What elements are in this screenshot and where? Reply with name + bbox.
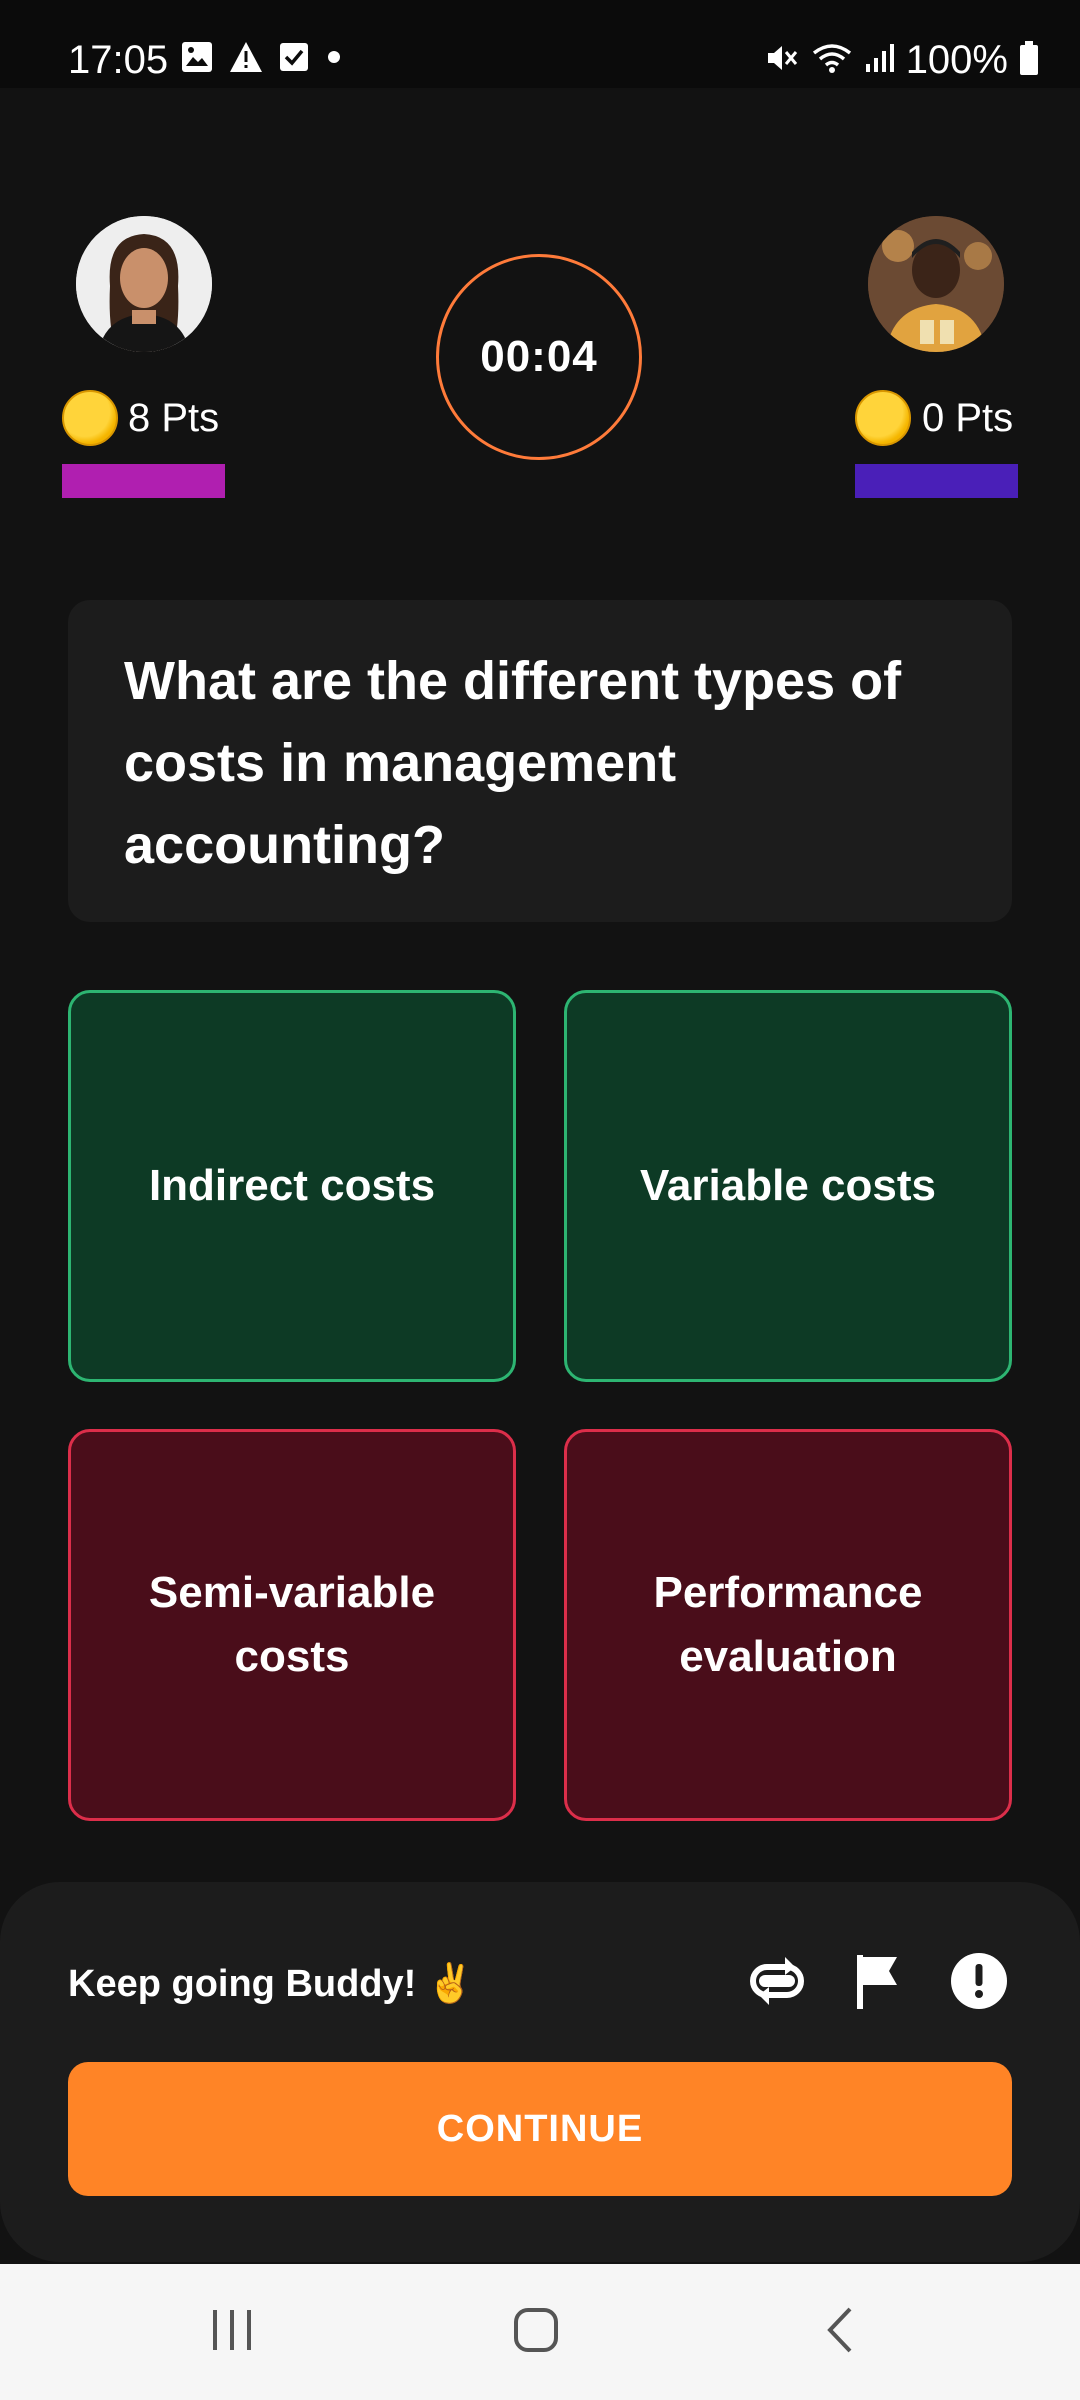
answer-option-4[interactable]: Performance evaluation — [564, 1429, 1012, 1821]
answer-label: Indirect costs — [148, 1161, 436, 1210]
answer-option-3[interactable]: Semi-variable costs — [68, 1429, 516, 1821]
player-right-bar — [855, 464, 1018, 498]
coin-icon — [855, 390, 911, 446]
answer-option-2[interactable]: Variable costs — [564, 990, 1012, 1382]
coin-icon — [62, 390, 118, 446]
system-nav-bar — [0, 2264, 1080, 2400]
answer-label: Performance evaluation — [653, 1568, 923, 1681]
report-button[interactable] — [944, 1948, 1014, 2018]
battery-icon — [1018, 40, 1040, 81]
flag-icon — [851, 1951, 903, 2016]
repeat-icon — [745, 1953, 809, 2014]
back-button[interactable] — [800, 2298, 880, 2366]
checkbox-icon — [278, 41, 310, 78]
home-button[interactable] — [496, 2298, 576, 2366]
mute-icon — [764, 41, 800, 80]
countdown-timer: 00:04 — [436, 254, 642, 460]
player-right-avatar — [868, 216, 1004, 352]
repeat-button[interactable] — [742, 1948, 812, 2018]
battery-percent: 100% — [905, 38, 1008, 82]
answer-option-1[interactable]: Indirect costs — [68, 990, 516, 1382]
encouragement-text: Keep going Buddy! ✌️ — [68, 1963, 475, 2005]
status-left-icons — [180, 40, 344, 79]
player-right-points: 0 Pts — [922, 396, 1014, 440]
status-time: 17:05 — [68, 38, 169, 82]
recents-icon — [207, 2308, 257, 2357]
flag-button[interactable] — [842, 1948, 912, 2018]
continue-button[interactable]: CONTINUE — [68, 2062, 1012, 2196]
warning-icon — [228, 40, 264, 79]
recents-button[interactable] — [192, 2298, 272, 2366]
answer-label: Variable costs — [640, 1161, 936, 1210]
back-icon — [820, 2305, 860, 2360]
quiz-screen: 17:05 100% 8 Pts 00:04 0 Pts What are th… — [0, 0, 1080, 2400]
status-bar: 17:05 100% — [0, 0, 1080, 88]
answer-label: Semi-variable costs — [148, 1568, 436, 1681]
player-left-points: 8 Pts — [128, 396, 220, 440]
status-right-icons: 100% — [764, 36, 1040, 84]
wifi-icon — [810, 41, 854, 80]
player-left-avatar — [76, 216, 212, 352]
signal-icon — [864, 42, 896, 79]
question-text: What are the different types of costs in… — [124, 651, 902, 875]
gallery-icon — [180, 40, 214, 79]
dot-icon — [324, 47, 344, 72]
home-icon — [511, 2305, 561, 2360]
question-card: What are the different types of costs in… — [68, 600, 1012, 922]
report-icon — [950, 1952, 1008, 2015]
player-left-bar — [62, 464, 225, 498]
